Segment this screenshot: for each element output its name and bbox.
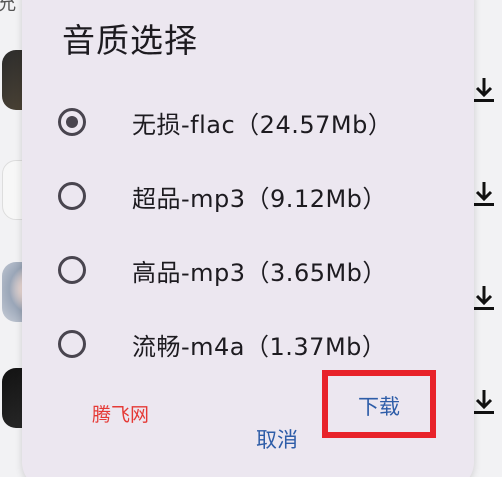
watermark-text: 腾飞网 <box>92 404 150 426</box>
quality-option-mp3-high[interactable]: 高品-mp3（3.65Mb） <box>58 246 458 294</box>
cancel-button[interactable]: 取消 <box>256 424 298 454</box>
quality-option-mp3-super[interactable]: 超品-mp3（9.12Mb） <box>58 172 458 220</box>
download-arrow-icon[interactable] <box>472 284 496 312</box>
radio-button[interactable] <box>58 256 86 284</box>
quality-option-label: 超品-mp3（9.12Mb） <box>132 184 387 213</box>
quality-option-label: 流畅-m4a（1.37Mb） <box>132 332 387 361</box>
dialog-title: 音质选择 <box>62 21 198 60</box>
quality-option-label: 高品-mp3（3.65Mb） <box>132 258 387 287</box>
screen: 允 音质选择 无损-flac（24.57Mb） 超品-mp3（9.12Mb） 高… <box>0 0 502 477</box>
quality-option-label: 无损-flac（24.57Mb） <box>132 110 393 139</box>
quality-option-flac[interactable]: 无损-flac（24.57Mb） <box>58 98 458 146</box>
radio-button[interactable] <box>58 182 86 210</box>
download-arrow-icon[interactable] <box>472 180 496 208</box>
quality-option-m4a[interactable]: 流畅-m4a（1.37Mb） <box>58 320 458 368</box>
download-button[interactable]: 下载 <box>322 370 436 438</box>
radio-button-selected[interactable] <box>58 108 86 136</box>
background-header-text: 允 <box>0 0 16 15</box>
quality-select-dialog: 音质选择 无损-flac（24.57Mb） 超品-mp3（9.12Mb） 高品-… <box>22 0 474 477</box>
download-arrow-icon[interactable] <box>472 76 496 104</box>
download-arrow-icon[interactable] <box>472 388 496 416</box>
radio-button[interactable] <box>58 330 86 358</box>
